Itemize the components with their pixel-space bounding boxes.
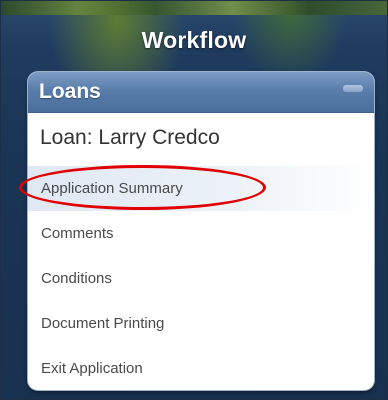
loans-panel-header[interactable]: Loans (28, 72, 374, 113)
collapse-icon[interactable] (343, 85, 363, 92)
loans-panel: Loans Loan: Larry Credco Application Sum… (28, 72, 374, 390)
menu-item-document-printing[interactable]: Document Printing (28, 301, 374, 346)
loan-title: Loan: Larry Credco (40, 126, 220, 149)
background-grass-strip (1, 1, 387, 15)
loans-panel-label: Loans (39, 80, 101, 103)
workflow-window: Workflow Loans Loan: Larry Credco Applic… (0, 0, 388, 400)
menu-item-application-summary[interactable]: Application Summary (28, 166, 374, 211)
menu-item-exit-application[interactable]: Exit Application (28, 346, 374, 390)
menu-item-conditions[interactable]: Conditions (28, 256, 374, 301)
workflow-menu: Application Summary Comments Conditions … (28, 166, 374, 390)
menu-item-comments[interactable]: Comments (28, 211, 374, 256)
workflow-title: Workflow (141, 27, 247, 53)
